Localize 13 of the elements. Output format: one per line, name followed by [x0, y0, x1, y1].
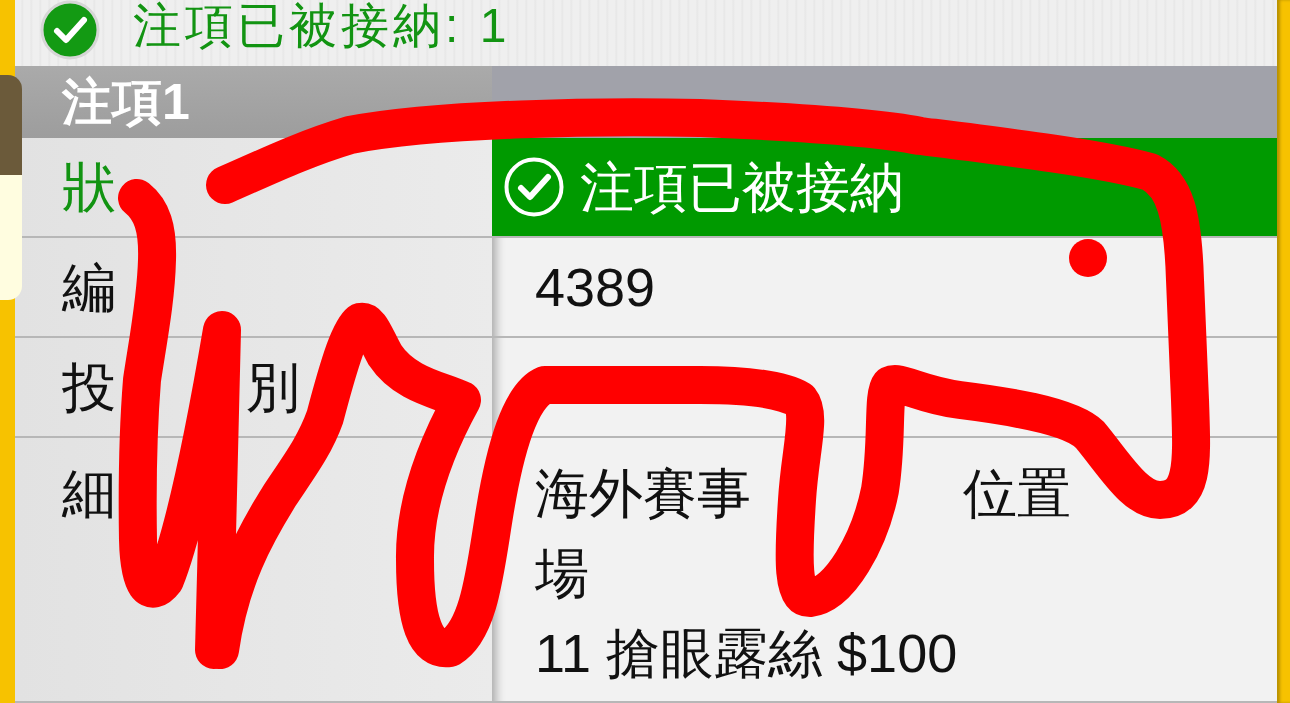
banner-text: 注項已被接納: 1	[133, 0, 511, 52]
detail-text: 海外賽事	[535, 462, 751, 524]
field-label: 別	[246, 356, 300, 418]
detail-text: 位置	[963, 462, 1071, 524]
check-circle-icon	[504, 157, 564, 217]
status-text: 注項已被接納	[580, 160, 904, 214]
field-label: 投	[62, 356, 116, 418]
detail-text: 11 搶眼露絲 $100	[535, 622, 958, 684]
value-cell: 4389	[492, 238, 1277, 336]
field-label: 編	[62, 256, 116, 318]
field-label: 細	[62, 462, 116, 524]
detail-text: 場	[535, 542, 589, 604]
field-label: 狀	[62, 156, 116, 218]
